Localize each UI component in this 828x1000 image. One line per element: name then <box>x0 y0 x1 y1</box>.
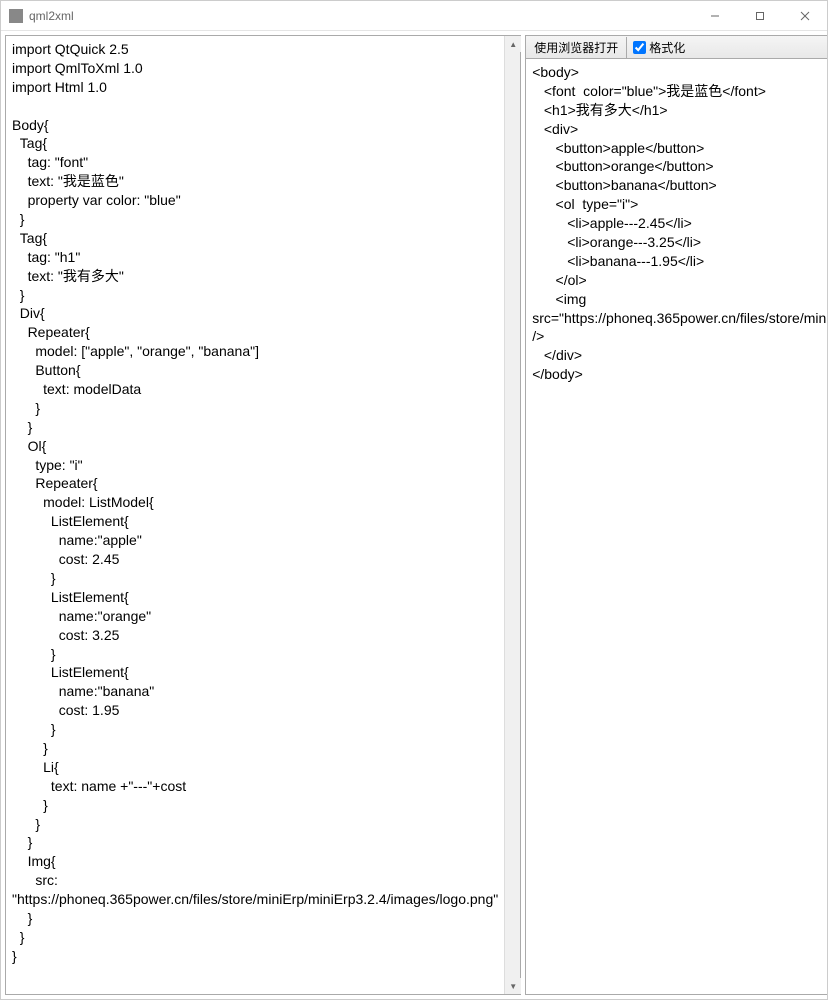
app-window: qml2xml import QtQuick 2.5 import QmlToX… <box>0 0 828 1000</box>
format-checkbox-label: 格式化 <box>649 39 685 56</box>
window-controls <box>692 1 827 31</box>
titlebar: qml2xml <box>1 1 827 31</box>
scroll-up-icon[interactable]: ▲ <box>505 36 521 52</box>
format-checkbox-wrap[interactable]: 格式化 <box>627 39 691 56</box>
format-checkbox[interactable] <box>633 41 646 54</box>
right-pane: 使用浏览器打开 格式化 <body> <font color="blue">我是… <box>525 35 827 995</box>
open-in-browser-button[interactable]: 使用浏览器打开 <box>526 37 627 58</box>
left-pane: import QtQuick 2.5 import QmlToXml 1.0 i… <box>5 35 521 995</box>
right-toolbar: 使用浏览器打开 格式化 <box>525 35 827 59</box>
maximize-button[interactable] <box>737 1 782 31</box>
left-scrollbar[interactable]: ▲ ▼ <box>504 36 520 994</box>
qml-code-editor[interactable]: import QtQuick 2.5 import QmlToXml 1.0 i… <box>6 36 504 994</box>
minimize-button[interactable] <box>692 1 737 31</box>
xml-output[interactable]: <body> <font color="blue">我是蓝色</font> <h… <box>525 59 827 995</box>
close-button[interactable] <box>782 1 827 31</box>
content-area: import QtQuick 2.5 import QmlToXml 1.0 i… <box>1 31 827 999</box>
window-title: qml2xml <box>29 9 692 23</box>
scroll-down-icon[interactable]: ▼ <box>505 978 521 994</box>
app-icon <box>9 9 23 23</box>
